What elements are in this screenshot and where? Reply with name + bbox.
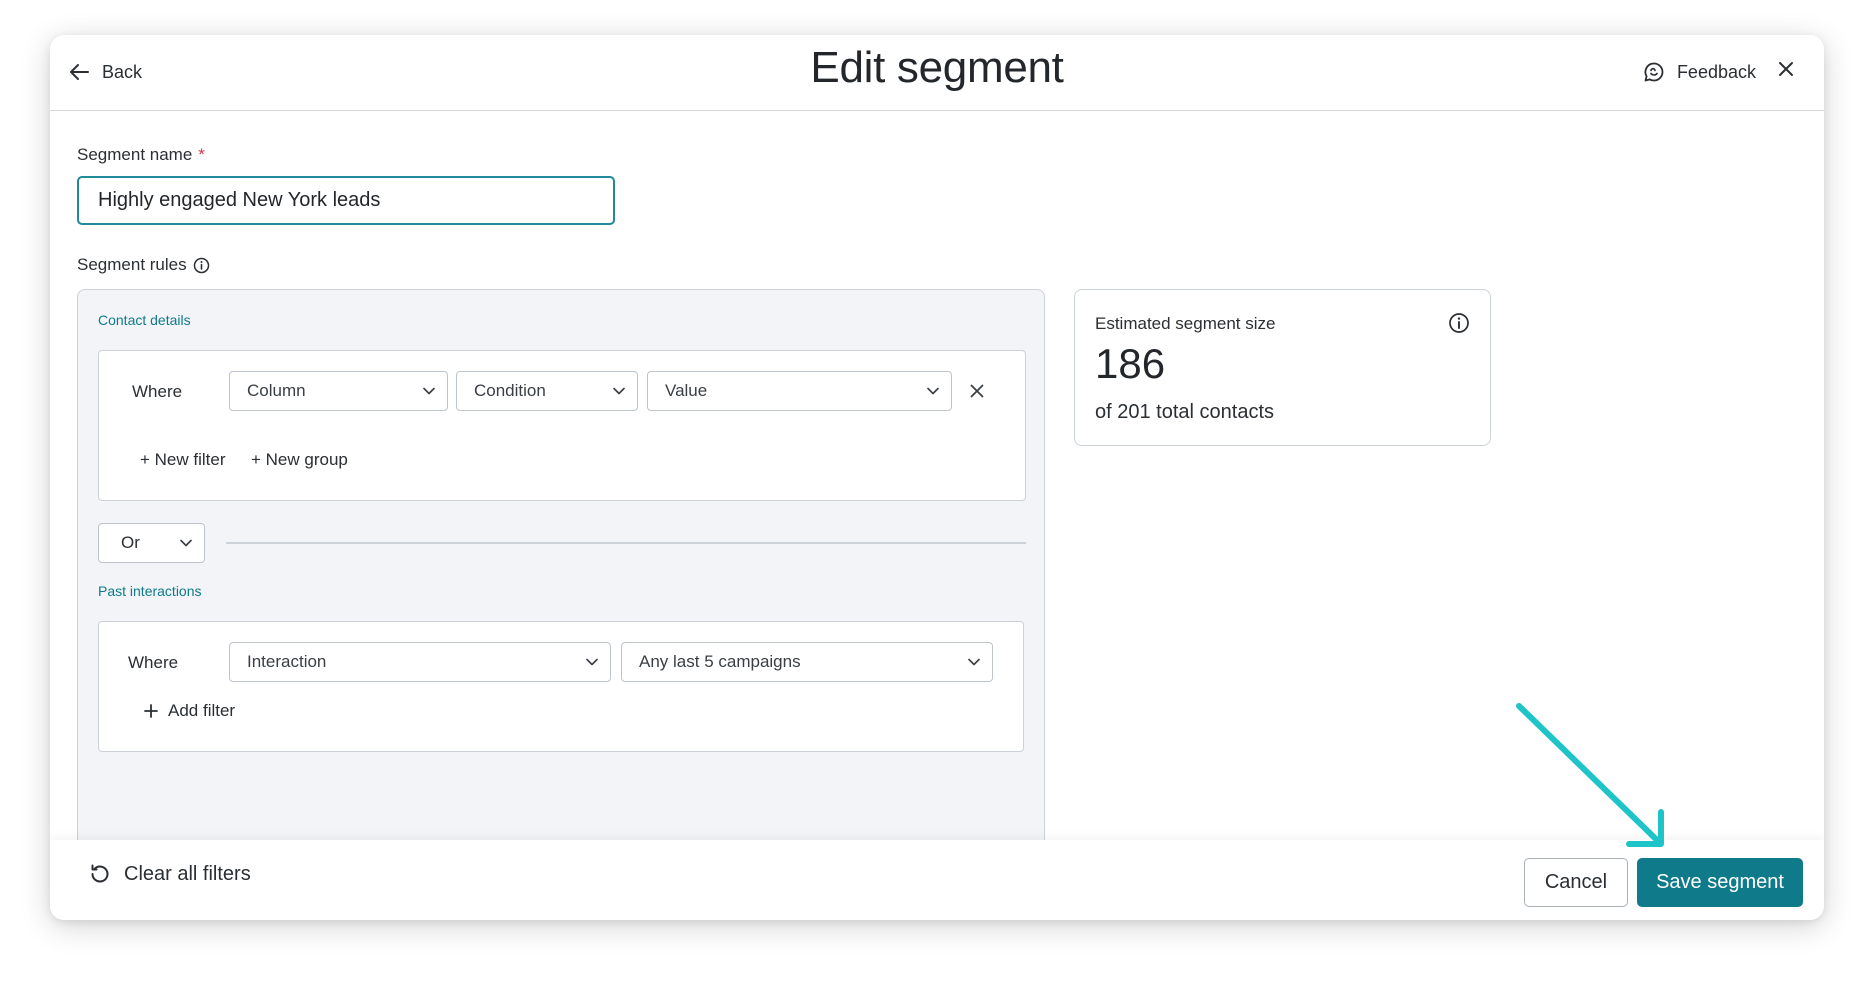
value-select-value: Value	[665, 381, 708, 400]
where-label: Where	[132, 382, 183, 401]
add-filter-label: Add filter	[168, 701, 236, 720]
column-select[interactable]: Column	[229, 371, 448, 411]
modal-footer: Clear all filters Cancel Save segment	[50, 840, 1824, 920]
where-label: Where	[128, 653, 179, 672]
chevron-down-icon	[180, 539, 192, 547]
segment-name-label: Segment name *	[77, 145, 205, 165]
chevron-down-icon	[927, 387, 939, 395]
campaign-range-select-value: Any last 5 campaigns	[639, 652, 801, 671]
chevron-down-icon	[613, 387, 625, 395]
value-select[interactable]: Value	[647, 371, 952, 411]
feedback-button[interactable]: Feedback	[1643, 55, 1756, 89]
condition-select[interactable]: Condition	[456, 371, 638, 411]
add-filter-button[interactable]: Add filter	[144, 701, 235, 721]
condition-select-value: Condition	[474, 381, 546, 400]
edit-segment-modal: Back Edit segment Feedback Segment name …	[50, 35, 1824, 920]
new-filter-button[interactable]: + New filter	[140, 450, 226, 470]
segment-name-label-text: Segment name	[77, 145, 193, 164]
chat-bubble-icon	[1644, 62, 1664, 82]
screenshot-stage: Back Edit segment Feedback Segment name …	[0, 0, 1873, 984]
interaction-select[interactable]: Interaction	[229, 642, 611, 682]
remove-filter-button[interactable]	[965, 379, 989, 403]
close-icon	[1779, 62, 1793, 76]
clear-all-filters-button[interactable]: Clear all filters	[88, 862, 251, 886]
interaction-select-value: Interaction	[247, 652, 327, 671]
group-operator-select[interactable]: Or	[98, 523, 205, 563]
page-title: Edit segment	[810, 43, 1064, 92]
campaign-range-select[interactable]: Any last 5 campaigns	[621, 642, 993, 682]
clear-all-filters-label: Clear all filters	[124, 862, 251, 885]
close-button[interactable]	[1770, 53, 1802, 85]
close-icon	[970, 384, 984, 398]
group-operator-value: Or	[121, 533, 140, 552]
section-title-past-interactions: Past interactions	[98, 583, 202, 599]
group-divider	[226, 542, 1026, 544]
chevron-down-icon	[586, 658, 598, 666]
estimated-size-title: Estimated segment size	[1095, 314, 1276, 333]
segment-rules-label: Segment rules	[77, 255, 210, 275]
section-title-contact-details: Contact details	[98, 312, 191, 328]
chevron-down-icon	[968, 658, 980, 666]
filter-group-contact-details: Where Column Condition Value + New filte…	[98, 350, 1026, 501]
estimated-size-subtitle: of 201 total contacts	[1095, 401, 1275, 423]
save-segment-button[interactable]: Save segment	[1637, 858, 1803, 907]
modal-header: Back Edit segment Feedback	[50, 35, 1824, 111]
info-icon[interactable]	[193, 257, 210, 274]
column-select-value: Column	[247, 381, 306, 400]
reset-icon	[91, 864, 109, 883]
required-mark: *	[198, 145, 205, 164]
filter-group-past-interactions: Where Interaction Any last 5 campaigns A…	[98, 621, 1024, 752]
estimated-size-card: Estimated segment size 186 of 201 total …	[1074, 289, 1491, 446]
feedback-label: Feedback	[1676, 61, 1756, 82]
info-icon[interactable]	[1448, 312, 1470, 334]
plus-icon	[144, 704, 158, 718]
chevron-down-icon	[423, 387, 435, 395]
cancel-button[interactable]: Cancel	[1524, 858, 1628, 907]
segment-rules-label-text: Segment rules	[77, 255, 187, 274]
new-group-button[interactable]: + New group	[251, 450, 348, 470]
segment-rules-panel: Contact details Where Column Condition V…	[77, 289, 1045, 849]
segment-name-input[interactable]	[77, 176, 615, 225]
estimated-size-count: 186	[1095, 340, 1166, 387]
